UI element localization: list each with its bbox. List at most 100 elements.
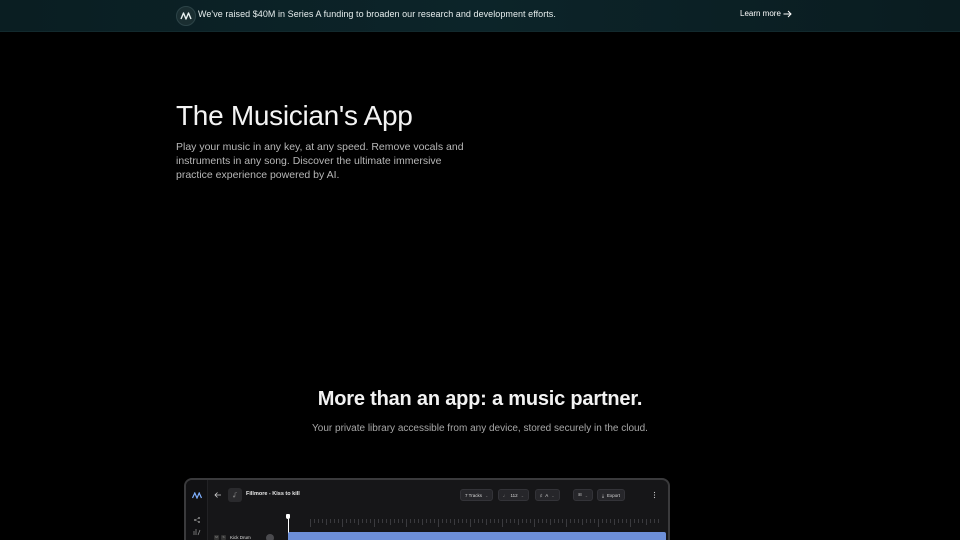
timeline-tick <box>442 519 443 523</box>
track-waveform[interactable] <box>288 532 666 540</box>
timeline-tick <box>654 519 655 523</box>
track-name: Kick Drum <box>230 535 251 540</box>
chevron-down-icon: ⌄ <box>485 492 489 498</box>
timeline-tick <box>582 519 583 525</box>
app-logo-icon <box>192 492 202 499</box>
timeline-tick <box>554 519 555 523</box>
solo-button[interactable]: S <box>221 535 226 540</box>
timeline-tick <box>598 519 599 527</box>
timeline-tick <box>650 519 651 523</box>
timeline-tick <box>618 519 619 523</box>
timeline-tick <box>646 519 647 525</box>
timeline-tick <box>434 519 435 523</box>
timeline-tick <box>426 519 427 523</box>
timeline-tick <box>370 519 371 523</box>
timeline-tick <box>522 519 523 523</box>
export-label: Export <box>607 492 621 498</box>
track-row: M S Kick Drum <box>208 532 668 540</box>
timeline-tick <box>310 519 311 527</box>
chevron-down-icon: ⌄ <box>520 492 525 498</box>
timeline-tick <box>366 519 367 523</box>
timeline-tick <box>566 519 567 527</box>
hero-title: The Musician's App <box>176 100 413 131</box>
timeline-tick <box>606 519 607 523</box>
timeline-tick <box>534 519 535 527</box>
timeline-tick <box>378 519 379 523</box>
timeline-tick <box>514 519 515 523</box>
timeline-tick <box>458 519 459 523</box>
key-dropdown[interactable]: ♯ A ⌄ <box>535 489 560 501</box>
key-icon: ♯ <box>540 492 543 498</box>
timeline-tick <box>350 519 351 523</box>
timeline-tick <box>570 519 571 523</box>
timeline-tick <box>418 519 419 523</box>
timeline-tick <box>470 519 471 527</box>
export-button[interactable]: ⤓ Export <box>597 489 626 501</box>
volume-knob[interactable] <box>266 534 274 540</box>
timeline-tick <box>550 519 551 525</box>
timeline-tick <box>438 519 439 527</box>
timeline-ruler[interactable] <box>288 516 659 527</box>
mixer-dropdown[interactable]: ⊞ ⌄ <box>573 489 594 501</box>
mixer-icon: ⊞ <box>578 492 582 497</box>
timeline-tick <box>322 519 323 523</box>
chevron-down-icon: ⌄ <box>584 492 589 498</box>
timeline-tick <box>314 519 315 523</box>
music-note-icon <box>233 492 238 498</box>
timeline-tick <box>482 519 483 523</box>
timeline-tick <box>546 519 547 523</box>
timeline-tick <box>602 519 603 523</box>
timeline-tick <box>486 519 487 525</box>
timeline-tick <box>498 519 499 523</box>
app-topbar: Fillmore - Kiss to kill 7 Tracks ⌄ ♩ 112… <box>208 488 668 504</box>
timeline-tick <box>638 519 639 523</box>
back-arrow-icon[interactable] <box>214 491 222 499</box>
timeline-tick <box>410 519 411 523</box>
timeline-tick <box>422 519 423 525</box>
timeline-tick <box>466 519 467 523</box>
timeline-tick <box>386 519 387 523</box>
timeline-tick <box>658 519 659 523</box>
timeline-tick <box>626 519 627 523</box>
timeline-tick <box>338 519 339 523</box>
hero-subtitle: Play your music in any key, at any speed… <box>176 141 464 181</box>
tempo-label: 112 <box>510 492 518 498</box>
timeline-tick <box>358 519 359 525</box>
timeline-tick <box>506 519 507 523</box>
share-icon[interactable] <box>193 516 201 524</box>
timeline-tick <box>326 519 327 525</box>
mute-button[interactable]: M <box>214 535 219 540</box>
tracks-dropdown[interactable]: 7 Tracks ⌄ <box>460 489 494 501</box>
timeline-tick <box>318 519 319 523</box>
timeline-tick <box>490 519 491 523</box>
metronome-icon: ♩ <box>503 492 508 498</box>
timeline-tick <box>578 519 579 523</box>
timeline-tick <box>446 519 447 523</box>
timeline-tick <box>518 519 519 525</box>
timeline-tick <box>394 519 395 523</box>
track-controls: M S <box>214 535 226 540</box>
song-title: Fillmore - Kiss to kill <box>246 491 300 497</box>
timeline-tick <box>630 519 631 527</box>
timeline-tick <box>430 519 431 523</box>
timeline-tick <box>574 519 575 523</box>
timeline-tick <box>342 519 343 527</box>
timeline-tick <box>414 519 415 523</box>
timeline-tick <box>594 519 595 523</box>
timeline-tick <box>634 519 635 523</box>
timeline-tick <box>478 519 479 523</box>
timeline-tick <box>542 519 543 523</box>
more-vertical-icon[interactable] <box>653 491 656 499</box>
song-thumbnail <box>228 488 242 502</box>
timeline-tick <box>398 519 399 523</box>
app-sidebar <box>186 480 208 540</box>
timeline-tick <box>454 519 455 525</box>
tempo-dropdown[interactable]: ♩ 112 ⌄ <box>498 489 530 501</box>
library-icon[interactable] <box>193 528 201 536</box>
arrow-right-icon <box>783 10 792 18</box>
timeline-tick <box>538 519 539 523</box>
learn-more-link[interactable]: Learn more <box>740 9 792 18</box>
timeline-tick <box>590 519 591 523</box>
timeline-tick <box>362 519 363 523</box>
timeline-tick <box>374 519 375 527</box>
